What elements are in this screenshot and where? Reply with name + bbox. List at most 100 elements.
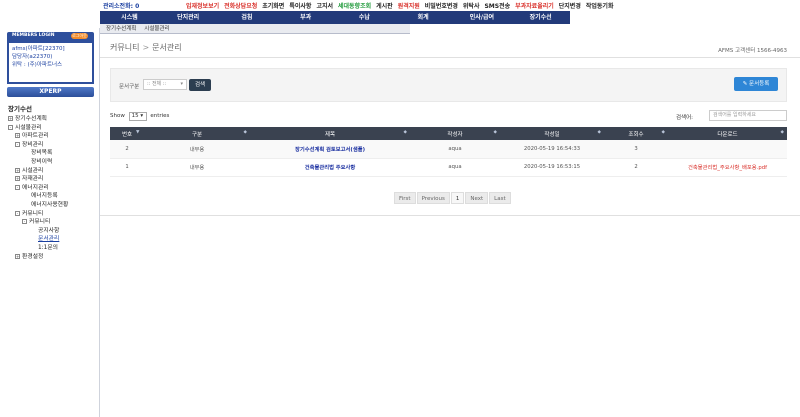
top-link[interactable]: 고지서: [316, 3, 333, 10]
top-link[interactable]: 작업동기화: [586, 3, 614, 10]
expand-icon[interactable]: +: [15, 133, 20, 139]
tree-node[interactable]: + 환경설정: [8, 253, 98, 262]
table-cell: 2: [604, 158, 668, 177]
sort-icon: ◆: [403, 130, 407, 135]
sort-desc-icon: ▼: [136, 130, 140, 135]
login-manager: 담당자(a22370): [12, 54, 53, 60]
logout-button[interactable]: 로그아웃: [71, 33, 88, 39]
page-length-select[interactable]: 15 ▾: [128, 112, 147, 121]
tree-node[interactable]: 에너지사용현황: [8, 201, 98, 210]
top-links: 입재정보보기 전화상담요청 초기화면 특이사항 고지서 세대동향조회 게시판 원격지원 비밀번호…: [186, 1, 618, 10]
column-header[interactable]: 작성자 ◆: [410, 127, 500, 140]
pager-previous-button[interactable]: Previous: [416, 192, 450, 204]
collapse-icon[interactable]: -: [15, 184, 20, 190]
pager-first-button[interactable]: First: [394, 192, 416, 204]
column-header-label: 조회수: [628, 131, 644, 138]
column-header[interactable]: 다운로드 ◆: [668, 127, 787, 140]
column-header[interactable]: 조회수 ◆: [604, 127, 668, 140]
table-cell: 내부용: [144, 158, 250, 177]
pager-next-button[interactable]: Next: [465, 192, 489, 204]
tree-node[interactable]: 1:1문의: [8, 244, 98, 253]
collapse-icon[interactable]: -: [22, 219, 27, 225]
tree-node[interactable]: 공지사항: [8, 227, 98, 236]
main-nav: 시스템 단지관리 검침 부과 수납 회계 인사/급여 장기수선: [100, 11, 570, 24]
tree-node-label: 공지사항: [38, 227, 60, 234]
top-link[interactable]: 게시판: [376, 3, 393, 10]
tree-node[interactable]: - 에너지관리: [8, 184, 98, 193]
column-header[interactable]: 번호 ▼: [110, 127, 144, 140]
top-link[interactable]: 위탁사: [463, 3, 480, 10]
tree-node-label: 1:1문의: [38, 244, 58, 251]
document-title-link[interactable]: 장기수선계획 검토보고서(샘플): [250, 140, 410, 159]
download-link[interactable]: 건축물관리법_주요사항_배포용.pdf: [668, 158, 787, 177]
tree-node[interactable]: - 커뮤니티: [8, 210, 98, 219]
top-link[interactable]: 단지변경: [559, 3, 581, 10]
top-link-bar: 관리소전화: 0 입재정보보기 전화상담요청 초기화면 특이사항 고지서 세대동향조회 게시…: [0, 0, 800, 10]
top-link[interactable]: 부과자료올리기: [515, 3, 554, 10]
top-link[interactable]: 비밀번호변경: [425, 3, 458, 10]
main-nav-item[interactable]: 부과: [276, 11, 335, 24]
find-label: 검색어:: [676, 115, 694, 121]
pager-last-button[interactable]: Last: [489, 192, 511, 204]
tree-node[interactable]: + 시설관리: [8, 167, 98, 176]
doc-type-label: 문서구분: [119, 84, 140, 90]
document-table: 번호 ▼ 구분 ◆ 제목 ◆ 작성자 ◆ 작성일 ◆ 조회수 ◆ 다운로드 ◆ 2 내부용 장기수선계획 검토…: [110, 127, 787, 177]
top-link[interactable]: 원격지원: [398, 3, 420, 10]
main-nav-item[interactable]: 시스템: [100, 11, 159, 24]
expand-icon[interactable]: +: [15, 176, 20, 182]
table-cell: 2020-05-19 16:54:33: [500, 140, 604, 159]
tree-node[interactable]: - 시설물관리: [8, 124, 98, 133]
doc-type-select[interactable]: :: 전체 :: ▾: [143, 79, 187, 90]
main-nav-item[interactable]: 수납: [335, 11, 394, 24]
tree-node[interactable]: 에너지등록: [8, 192, 98, 201]
table-row[interactable]: 1 내부용 건축물관리법 주요사항 aqua 2020-05-19 16:53:15 2 건…: [110, 158, 787, 177]
register-doc-label: 문서등록: [749, 81, 770, 87]
tree-node[interactable]: - 커뮤니티: [8, 218, 98, 227]
document-title-link[interactable]: 건축물관리법 주요사항: [250, 158, 410, 177]
tree-node[interactable]: 문서관리: [8, 235, 98, 244]
collapse-icon[interactable]: -: [15, 141, 20, 147]
tree-node[interactable]: 장비이력: [8, 158, 98, 167]
tree-node[interactable]: + 자재관리: [8, 175, 98, 184]
column-header[interactable]: 작성일 ◆: [500, 127, 604, 140]
collapse-icon[interactable]: -: [8, 124, 13, 130]
subnav-item-facility[interactable]: 시설물관리: [144, 24, 169, 34]
top-link[interactable]: 특이사항: [289, 3, 311, 10]
column-header[interactable]: 구분 ◆: [144, 127, 250, 140]
register-doc-button[interactable]: ✎ 문서등록: [734, 77, 778, 91]
top-link[interactable]: 입재정보보기: [186, 3, 219, 10]
breadcrumb: 커뮤니티 > 문서관리: [110, 42, 182, 53]
find-input[interactable]: 검색어를 입력하세요: [709, 110, 787, 121]
page-length-value: 15: [131, 113, 139, 119]
main-nav-item[interactable]: 인사/급여: [453, 11, 512, 24]
top-link[interactable]: 세대동향조회: [338, 3, 371, 10]
tree-node-label: 커뮤니티: [29, 219, 51, 226]
tree-node[interactable]: + 아파트관리: [8, 132, 98, 141]
main-nav-item[interactable]: 검침: [218, 11, 277, 24]
top-link[interactable]: 초기화면: [262, 3, 284, 10]
expand-icon[interactable]: +: [15, 167, 20, 173]
tree-node[interactable]: - 장비관리: [8, 141, 98, 150]
main-nav-item[interactable]: 단지관리: [159, 11, 218, 24]
main-nav-item[interactable]: 장기수선: [511, 11, 570, 24]
tree-node[interactable]: 장비목록: [8, 149, 98, 158]
main-nav-item[interactable]: 회계: [394, 11, 453, 24]
sort-icon: ◆: [493, 130, 497, 135]
table-row[interactable]: 2 내부용 장기수선계획 검토보고서(샘플) aqua 2020-05-19 16:54…: [110, 140, 787, 159]
subnav-item-long-term-plan[interactable]: 장기수선계획: [106, 24, 136, 34]
top-link[interactable]: SMS전송: [484, 3, 510, 10]
login-consignor: 위탁 : (주)아파트너스: [12, 62, 63, 68]
top-link[interactable]: 전화상담요청: [224, 3, 257, 10]
login-info-box: afms(아파트[22370] 담당자(a22370) 위탁 : (주)아파트너…: [7, 41, 94, 84]
tree-node-label: 에너지관리: [22, 184, 49, 191]
expand-icon[interactable]: +: [15, 253, 20, 259]
pager-1-button[interactable]: 1: [450, 192, 465, 204]
collapse-icon[interactable]: -: [15, 210, 20, 216]
tree-node-label: 에너지등록: [31, 193, 58, 200]
search-button[interactable]: 검색: [189, 79, 211, 91]
tree-node[interactable]: + 장기수선계획: [8, 115, 98, 124]
breadcrumb-parent[interactable]: 커뮤니티: [110, 43, 139, 52]
expand-icon[interactable]: +: [8, 116, 13, 121]
xperp-banner[interactable]: XPERP: [7, 87, 94, 97]
column-header[interactable]: 제목 ◆: [250, 127, 410, 140]
